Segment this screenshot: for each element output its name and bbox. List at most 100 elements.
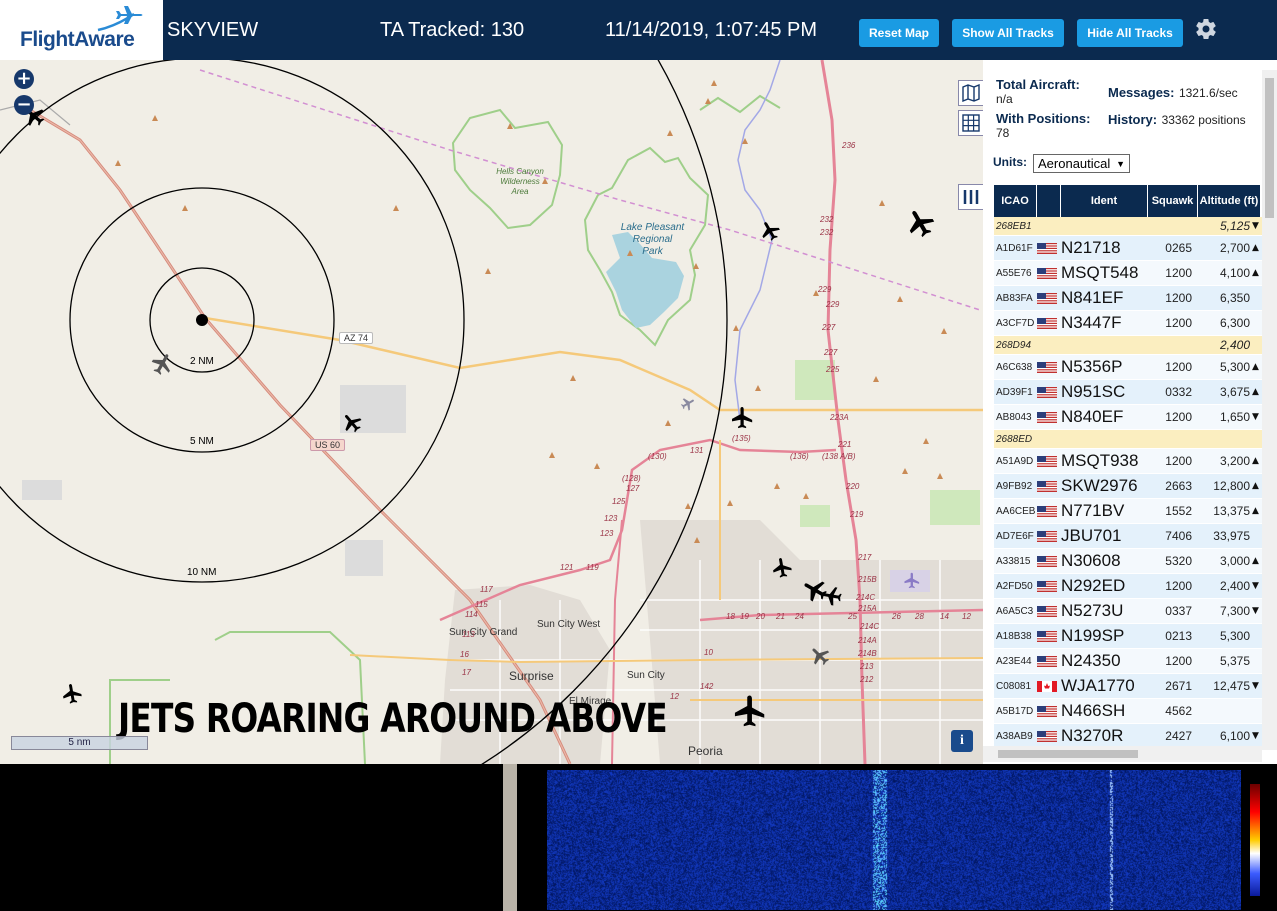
reset-map-button[interactable]: Reset Map [859, 19, 939, 47]
cell-trend: ▲ [1252, 506, 1259, 516]
table-row[interactable]: 2688ED [994, 430, 1262, 449]
cell-squawk: 0337 [1165, 604, 1192, 618]
cell-ident: N24350 [1061, 651, 1121, 670]
hide-all-tracks-button[interactable]: Hide All Tracks [1077, 19, 1183, 47]
horizontal-scrollbar[interactable] [983, 746, 1262, 762]
cell-squawk: 0332 [1165, 385, 1192, 399]
cell-flag [1037, 655, 1061, 667]
zoom-out-button[interactable]: − [14, 95, 34, 115]
aircraft-table: ICAO Ident Squawk Altitude (ft) 268EB1 5,… [994, 185, 1262, 749]
vertical-scrollbar[interactable] [1262, 70, 1277, 750]
map-view[interactable]: 2 NM 5 NM 10 NM Hells Canyon Wilderness … [0, 60, 983, 764]
col-icao[interactable]: ICAO [994, 185, 1037, 217]
cell-icao: AD39F1 [996, 386, 1033, 398]
road-number: (136) [790, 452, 809, 461]
table-row[interactable]: AB83FA N841EF 1200 6,350 [994, 286, 1262, 311]
table-row[interactable]: A55E76 MSQT548 1200 4,100 ▲ [994, 261, 1262, 286]
stat-messages: Messages: 1321.6/sec [1108, 84, 1268, 102]
flightaware-logo[interactable]: FlightAware [0, 0, 163, 60]
road-number: 215A [858, 604, 877, 613]
cell-ident: N199SP [1061, 626, 1125, 645]
table-row[interactable]: A23E44 N24350 1200 5,375 [994, 649, 1262, 674]
cell-altitude: 5,375 [1219, 654, 1250, 668]
col-flag[interactable] [1037, 185, 1061, 217]
table-row[interactable]: AD7E6F JBU701 7406 33,975 [994, 524, 1262, 549]
app-title: SKYVIEW [167, 19, 259, 41]
road-number: 21 [776, 612, 785, 621]
cell-icao: 268D94 [996, 339, 1032, 351]
panel-separator[interactable] [503, 764, 517, 911]
green-area-3 [800, 505, 830, 527]
cell-trend: ▲ [1252, 268, 1259, 278]
columns-icon [963, 190, 979, 204]
road-number: 114 [465, 610, 478, 619]
col-squawk[interactable]: Squawk [1148, 185, 1198, 217]
cell-flag [1037, 386, 1061, 398]
cell-trend: ▼ [1252, 731, 1259, 741]
table-row[interactable]: C08081 WJA1770 2671 12,475 ▼ [994, 674, 1262, 699]
table-row[interactable]: A3CF7D N3447F 1200 6,300 [994, 311, 1262, 336]
table-row[interactable]: A6C638 N5356P 1200 5,300 ▲ [994, 355, 1262, 380]
table-row[interactable]: AB8043 N840EF 1200 1,650 ▼ [994, 405, 1262, 430]
map-layers-button[interactable] [958, 80, 983, 106]
aircraft-icon[interactable] [903, 572, 921, 590]
road-number: 212 [860, 675, 874, 684]
table-row[interactable]: A51A9D MSQT938 1200 3,200 ▲ [994, 449, 1262, 474]
stat-total-label: Total Aircraft: [996, 77, 1080, 92]
us-flag-icon [1037, 455, 1057, 467]
table-row[interactable]: A6A5C3 N5273U 0337 7,300 ▼ [994, 599, 1262, 624]
cell-altitude: 5,125 [1219, 219, 1250, 233]
columns-toggle-button[interactable] [958, 184, 983, 210]
aircraft-icon[interactable] [819, 583, 844, 608]
table-row[interactable]: A33815 N30608 5320 3,000 ▲ [994, 549, 1262, 574]
cell-squawk: 2427 [1165, 729, 1192, 743]
cell-icao: A23E44 [996, 655, 1032, 667]
aircraft-icon[interactable] [769, 555, 794, 580]
aircraft-icon[interactable] [59, 681, 84, 706]
cell-altitude: 6,100 [1219, 729, 1250, 743]
col-ident[interactable]: Ident [1061, 185, 1148, 217]
us-flag-icon [1037, 267, 1057, 279]
road-number: 220 [846, 482, 860, 491]
cell-flag [1037, 361, 1061, 373]
map-canvas[interactable] [0, 60, 983, 764]
waterfall-display [547, 770, 1241, 910]
show-all-tracks-button[interactable]: Show All Tracks [952, 19, 1064, 47]
road-number: (128) [622, 474, 641, 483]
table-row[interactable]: A5B17D N466SH 4562 [994, 699, 1262, 724]
table-row[interactable]: 268EB1 5,125 ▼ [994, 217, 1262, 236]
units-select[interactable]: Aeronautical [1033, 154, 1130, 173]
cell-icao: AB83FA [996, 292, 1033, 304]
horizontal-scroll-thumb[interactable] [998, 750, 1138, 758]
road-number: 229 [818, 285, 832, 294]
canada-flag-icon [1037, 680, 1057, 692]
road-number: 232 [820, 215, 834, 224]
table-row[interactable]: AA6CEB N771BV 1552 13,375 ▲ [994, 499, 1262, 524]
table-row[interactable]: A18B38 N199SP 0213 5,300 [994, 624, 1262, 649]
info-button[interactable]: i [951, 730, 973, 752]
grid-toggle-button[interactable] [958, 110, 983, 136]
table-row[interactable]: 268D94 2,400 [994, 336, 1262, 355]
map-icon [962, 84, 980, 102]
vertical-scroll-thumb[interactable] [1265, 78, 1274, 218]
table-row[interactable]: A2FD50 N292ED 1200 2,400 ▼ [994, 574, 1262, 599]
cell-trend: ▲ [1252, 456, 1259, 466]
us-flag-icon [1037, 630, 1057, 642]
aircraft-icon[interactable] [730, 406, 754, 430]
col-altitude[interactable]: Altitude (ft) [1198, 185, 1260, 217]
units-label: Units: [993, 155, 1027, 169]
table-row[interactable]: A1D61F N21718 0265 2,700 ▲ [994, 236, 1262, 261]
aircraft-icon[interactable] [732, 694, 767, 729]
us-flag-icon [1037, 242, 1057, 254]
range-label-10nm: 10 NM [187, 567, 217, 578]
cell-flag [1037, 555, 1061, 567]
gear-icon[interactable] [1194, 17, 1218, 41]
cell-squawk: 1200 [1165, 654, 1192, 668]
road-number: 236 [842, 141, 856, 150]
table-row[interactable]: A9FB92 SKW2976 2663 12,800 ▲ [994, 474, 1262, 499]
zoom-in-button[interactable]: + [14, 69, 34, 89]
cell-icao: A6A5C3 [996, 605, 1034, 617]
table-row[interactable]: AD39F1 N951SC 0332 3,675 ▲ [994, 380, 1262, 405]
road-number: 232 [820, 228, 834, 237]
cell-flag [1037, 292, 1061, 304]
